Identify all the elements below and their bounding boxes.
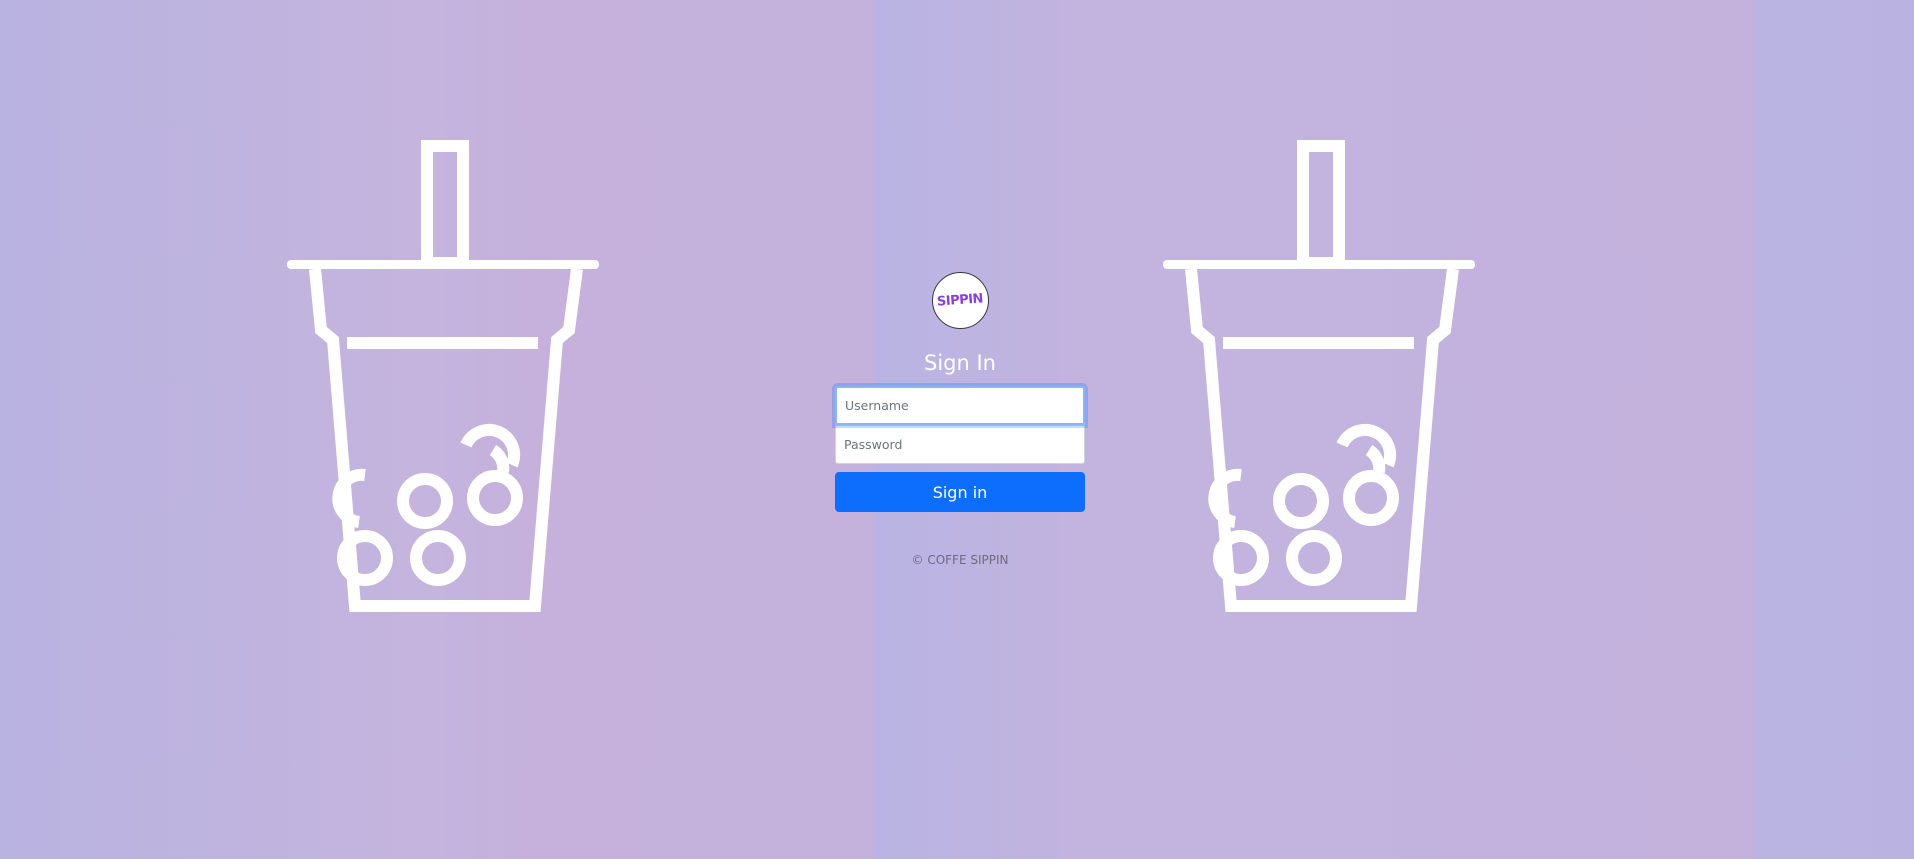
bubble-tea-cup-icon: [1161, 140, 1477, 615]
sign-in-button[interactable]: Sign in: [835, 472, 1085, 512]
copyright-text: © COFFE SIPPIN: [911, 553, 1009, 567]
signin-form: Sign in: [835, 386, 1085, 512]
page-title: Sign In: [924, 351, 996, 375]
logo-text: SIPPIN: [936, 291, 984, 310]
username-input[interactable]: [835, 386, 1085, 425]
logo: SIPPIN: [931, 272, 989, 329]
bubble-tea-cup-icon: [285, 140, 601, 615]
password-input[interactable]: [835, 425, 1085, 464]
signin-panel: SIPPIN Sign In Sign in © COFFE SIPPIN: [835, 272, 1085, 567]
